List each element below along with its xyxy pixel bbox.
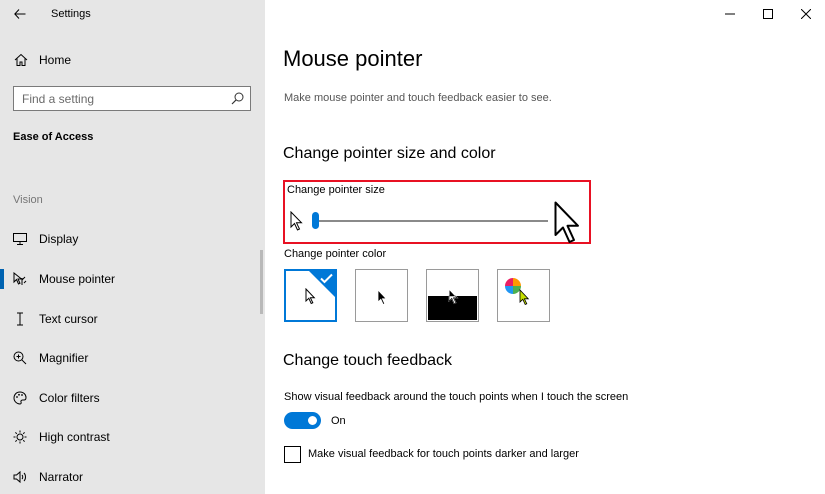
close-icon (801, 9, 811, 19)
sidebar-item-color-filters[interactable]: Color filters (0, 385, 265, 411)
search-box[interactable] (13, 86, 251, 111)
group-title-vision: Vision (13, 194, 43, 206)
sidebar-item-label: Magnifier (39, 351, 89, 365)
sidebar-item-high-contrast[interactable]: High contrast (0, 424, 265, 450)
sidebar-scrollbar[interactable] (260, 250, 263, 314)
color-filters-icon (12, 390, 28, 406)
darker-feedback-label[interactable]: Make visual feedback for touch points da… (308, 448, 579, 460)
minimize-icon (725, 13, 735, 15)
home-icon (14, 53, 28, 66)
back-button[interactable] (8, 4, 32, 24)
large-cursor-icon (554, 201, 579, 243)
titlebar-left: Settings (0, 0, 265, 28)
pointer-color-custom-option[interactable] (497, 269, 550, 322)
back-arrow-icon (14, 9, 26, 19)
sidebar-item-magnifier[interactable]: Magnifier (0, 345, 265, 371)
white-cursor-icon (305, 288, 316, 305)
sidebar: Settings Home Ease of Access Vision Disp… (0, 0, 265, 494)
page-title: Mouse pointer (283, 46, 423, 71)
sidebar-item-label: Text cursor (39, 312, 98, 326)
mouse-pointer-icon (12, 271, 28, 287)
toggle-knob (308, 416, 317, 425)
close-button[interactable] (787, 0, 825, 28)
sidebar-item-text-cursor[interactable]: Text cursor (0, 306, 265, 332)
magnifier-icon (12, 350, 28, 366)
maximize-icon (763, 9, 773, 19)
maximize-button[interactable] (749, 0, 787, 28)
narrator-icon (12, 469, 28, 485)
search-input[interactable] (14, 87, 224, 110)
touch-feedback-description: Show visual feedback around the touch po… (284, 391, 629, 403)
window-controls (711, 0, 825, 28)
sidebar-item-label: Color filters (39, 391, 100, 405)
search-icon[interactable] (231, 92, 244, 105)
minimize-button[interactable] (711, 0, 749, 28)
sidebar-item-label: Narrator (39, 470, 84, 484)
touch-feedback-toggle[interactable] (284, 412, 321, 429)
section-title: Ease of Access (13, 131, 94, 143)
slider-track (312, 220, 548, 222)
section-heading-touch: Change touch feedback (283, 352, 453, 369)
checkmark-icon (320, 273, 333, 284)
pointer-size-slider[interactable] (312, 208, 548, 232)
sidebar-item-label: Home (39, 53, 72, 67)
pointer-color-white-option[interactable] (284, 269, 337, 322)
sidebar-item-home[interactable]: Home (0, 48, 265, 72)
pointer-size-label: Change pointer size (287, 184, 385, 196)
high-contrast-icon (12, 429, 28, 445)
page-description: Make mouse pointer and touch feedback ea… (284, 92, 552, 104)
sidebar-item-mouse-pointer[interactable]: Mouse pointer (0, 266, 265, 292)
slider-thumb[interactable] (312, 212, 319, 229)
sidebar-item-label: High contrast (39, 430, 110, 444)
toggle-state-label: On (331, 415, 346, 427)
app-title: Settings (51, 8, 91, 20)
sidebar-item-label: Display (39, 232, 79, 246)
pointer-color-label: Change pointer color (284, 248, 387, 260)
small-cursor-icon (290, 211, 303, 231)
pointer-size-group: Change pointer size (283, 180, 591, 244)
sidebar-item-narrator[interactable]: Narrator (0, 464, 265, 490)
sidebar-item-display[interactable]: Display (0, 226, 265, 252)
sidebar-item-label: Mouse pointer (39, 272, 116, 286)
inverted-cursor-icon (448, 288, 459, 305)
section-heading-size-color: Change pointer size and color (283, 145, 496, 162)
main-content: Mouse pointer Make mouse pointer and tou… (265, 0, 825, 494)
custom-cursor-icon (519, 289, 530, 306)
darker-feedback-checkbox[interactable] (284, 446, 301, 463)
monitor-icon (12, 231, 28, 247)
pointer-color-black-option[interactable] (355, 269, 408, 322)
text-cursor-icon (12, 311, 28, 327)
black-cursor-icon (377, 289, 388, 306)
pointer-color-inverted-option[interactable] (426, 269, 479, 322)
